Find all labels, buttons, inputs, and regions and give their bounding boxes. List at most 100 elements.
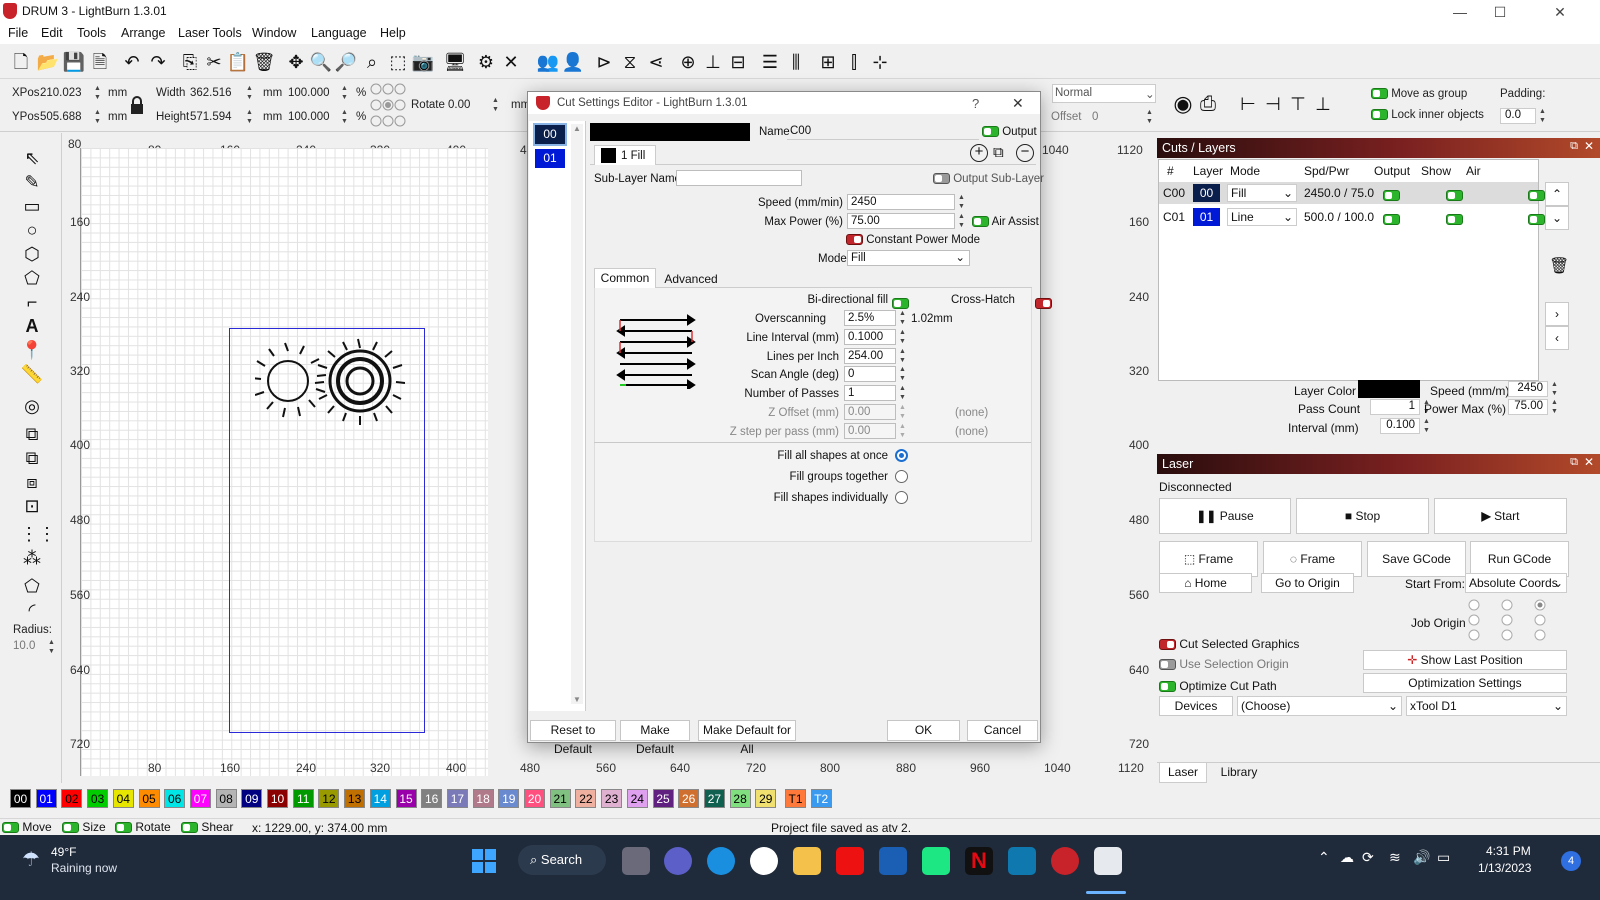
radius-spinner[interactable]: ▲ ▼ <box>47 638 56 656</box>
table-row[interactable]: C00 00 Fill ⌄ 2450.0 / 75.0 <box>1159 182 1545 204</box>
table-row[interactable]: C01 01 Line ⌄ 500.0 / 100.0 <box>1159 206 1545 228</box>
optimize-row[interactable]: Optimize Cut Path <box>1159 679 1277 693</box>
save-icon[interactable]: 💾 <box>62 50 86 74</box>
height-field[interactable]: 571.594 <box>190 111 232 123</box>
palette-swatch-24[interactable]: 24 <box>626 789 648 808</box>
dialog-close-button[interactable]: ✕ <box>1012 95 1024 112</box>
shear-toggle[interactable] <box>181 822 198 834</box>
palette-swatch-T1[interactable]: T1 <box>785 789 806 808</box>
max-power-field[interactable]: 75.00 <box>847 213 955 229</box>
monitor-icon[interactable]: 🖥 <box>443 50 467 74</box>
palette-swatch-18[interactable]: 18 <box>472 789 494 808</box>
sublayer-tab-fill[interactable]: 1 Fill <box>594 145 656 165</box>
cloud-icon[interactable]: ☁ <box>1340 849 1354 866</box>
optimization-settings-button[interactable]: Optimization Settings <box>1363 673 1567 693</box>
settings-icon[interactable]: ⚙ <box>474 50 498 74</box>
cancel-button[interactable]: Cancel <box>967 720 1038 741</box>
position-tool-icon[interactable]: 📍 <box>20 339 44 361</box>
ok-button[interactable]: OK <box>887 720 960 741</box>
shape-tool-icon[interactable]: ⬠ <box>20 267 44 289</box>
palette-swatch-07[interactable]: 07 <box>189 789 211 808</box>
teams-icon[interactable] <box>664 847 692 875</box>
row-mode-dropdown[interactable]: Fill ⌄ <box>1227 184 1297 202</box>
rotate-spinner[interactable]: ▲ ▼ <box>491 96 500 114</box>
dock-icon[interactable]: ⊞ <box>816 50 840 74</box>
palette-swatch-11[interactable]: 11 <box>292 789 314 808</box>
move-as-group-toggle[interactable] <box>1371 88 1388 100</box>
pen-tool-icon[interactable]: ✎ <box>20 171 44 193</box>
speed-field[interactable]: 2450 <box>847 194 955 210</box>
scan-angle-spinner[interactable]: ▲ ▼ <box>898 365 907 383</box>
minimize-button[interactable]: — <box>1440 2 1480 22</box>
lock-inner-toggle[interactable] <box>1371 109 1388 121</box>
youtube-icon[interactable] <box>836 847 864 875</box>
constant-power-toggle[interactable] <box>846 234 863 246</box>
shear-toggle-row[interactable]: Shear <box>181 820 233 834</box>
palette-swatch-23[interactable]: 23 <box>601 789 623 808</box>
power-max-field[interactable]: 75.00 <box>1508 399 1548 415</box>
save-gcode-button[interactable]: Save GCode <box>1367 541 1466 577</box>
frame-circle-button[interactable]: ◌ Frame <box>1263 541 1362 577</box>
output-sublayer-row[interactable]: Output Sub-Layer <box>933 173 1044 185</box>
frame-rect-button[interactable]: ⬚ Frame <box>1159 541 1258 577</box>
sun-artwork[interactable] <box>255 336 405 426</box>
row-output-toggle[interactable] <box>1383 214 1400 226</box>
row-air-toggle[interactable] <box>1527 214 1545 226</box>
run-gcode-button[interactable]: Run GCode <box>1470 541 1569 577</box>
align-center-icon[interactable]: ⊣ <box>1261 92 1285 116</box>
size-toggle[interactable] <box>62 822 79 834</box>
stop-button[interactable]: ■ Stop <box>1296 498 1429 534</box>
menu-edit[interactable]: Edit <box>41 26 63 40</box>
undock-icon[interactable]: ⧉ <box>1570 140 1578 153</box>
lightburn-active-icon[interactable] <box>1094 847 1122 875</box>
move-layer-up-button[interactable]: ⌃ <box>1545 182 1569 206</box>
center-icon[interactable]: ⊕ <box>676 50 700 74</box>
mirror-icon[interactable]: ⧖ <box>618 50 642 74</box>
z-step-spinner[interactable]: ▲ ▼ <box>898 422 907 440</box>
wifi-icon[interactable]: ≋ <box>1389 849 1401 866</box>
user-icon[interactable]: 👤 <box>561 50 585 74</box>
dock-close-icon[interactable]: ✕ <box>1584 139 1594 153</box>
palette-swatch-20[interactable]: 20 <box>524 789 545 808</box>
interval-spinner[interactable]: ▲ ▼ <box>1422 417 1431 435</box>
select-tool-icon[interactable]: ⇖ <box>20 147 44 169</box>
size-toggle-row[interactable]: Size <box>62 820 106 834</box>
fill-individually-radio[interactable] <box>895 491 908 504</box>
printer-icon[interactable]: ⎙ <box>1196 92 1220 116</box>
zoom-in-icon[interactable]: 🔍 <box>309 50 333 74</box>
start-from-dropdown[interactable]: Absolute Coords ⌄ <box>1465 573 1567 593</box>
lightburn-taskbar-icon[interactable] <box>1051 847 1079 875</box>
redo-icon[interactable]: ↷ <box>146 50 170 74</box>
rotate-toggle[interactable] <box>115 822 132 834</box>
tab-common[interactable]: Common <box>594 268 656 289</box>
menu-file[interactable]: File <box>8 26 28 40</box>
dialog-help-button[interactable]: ? <box>972 96 979 111</box>
height-spinner[interactable]: ▲ ▼ <box>245 108 254 126</box>
ypos-field[interactable]: 505.688 <box>40 111 82 123</box>
job-origin-selector[interactable] <box>1467 599 1547 641</box>
menu-tools[interactable]: Tools <box>77 26 106 40</box>
layer-list-scrollbar[interactable]: ▲ ▼ <box>571 124 583 704</box>
move-toggle[interactable] <box>2 822 19 834</box>
fill-all-radio[interactable] <box>895 449 908 462</box>
bracket-tool-icon[interactable]: ⌐ <box>20 291 44 313</box>
menu-language[interactable]: Language <box>311 26 367 40</box>
lpi-field[interactable]: 254.00 <box>844 348 896 364</box>
speed-field[interactable]: 2450 <box>1508 381 1548 397</box>
visibility-icon[interactable]: ◉ <box>1171 92 1195 116</box>
prev-button[interactable]: ‹ <box>1545 326 1569 350</box>
new-file-icon[interactable]: 🗋 <box>9 50 33 74</box>
distribute-v-icon[interactable]: ☰ <box>758 50 782 74</box>
close-button[interactable]: ✕ <box>1540 2 1580 22</box>
scale-y-field[interactable]: 100.000 <box>288 111 330 123</box>
palette-swatch-21[interactable]: 21 <box>549 789 571 808</box>
grid-icon[interactable]: ⊹ <box>868 50 892 74</box>
lpi-spinner[interactable]: ▲ ▼ <box>898 347 907 365</box>
passes-spinner[interactable]: ▲ ▼ <box>898 384 907 402</box>
chevron-up-icon[interactable]: ⌃ <box>1318 849 1330 866</box>
palette-swatch-16[interactable]: 16 <box>421 789 443 808</box>
weld-tool-icon[interactable]: ⧉ <box>20 423 44 445</box>
palette-swatch-01[interactable]: 01 <box>35 789 57 808</box>
palette-swatch-27[interactable]: 27 <box>703 789 725 808</box>
start-button[interactable]: ▶ Start <box>1434 498 1567 534</box>
